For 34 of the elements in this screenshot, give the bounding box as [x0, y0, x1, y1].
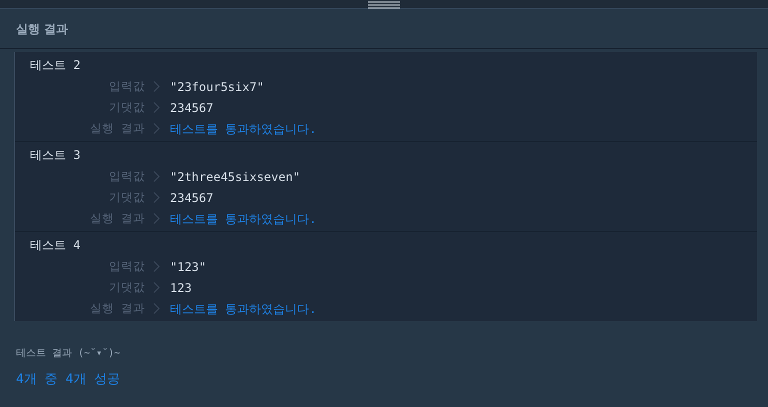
field-label: 입력값 [108, 78, 145, 95]
field-value: "23four5six7" [170, 78, 264, 96]
summary-heading: 테스트 결과 (~˘▾˘)~ [16, 347, 122, 361]
field-label: 실행 결과 [89, 300, 145, 317]
chevron-icon [153, 192, 160, 203]
chevron-icon [153, 171, 160, 182]
field-label: 기댓값 [108, 188, 145, 206]
field-label: 기댓값 [108, 278, 145, 296]
field-label: 입력값 [108, 168, 145, 185]
test-title: 테스트 4 [30, 237, 82, 253]
test-title: 테스트 2 [30, 57, 82, 73]
summary-result: 4개 중 4개 성공 [16, 371, 122, 389]
chevron-icon [153, 282, 160, 293]
test-title: 테스트 3 [30, 147, 82, 163]
chevron-icon [153, 123, 160, 134]
field-value: 234567 [170, 100, 214, 116]
chevron-icon [153, 102, 160, 113]
field-value: 234567 [170, 190, 214, 206]
chevron-icon [153, 213, 160, 224]
chevron-icon [153, 261, 160, 272]
field-label: 실행 결과 [89, 210, 145, 227]
field-value: "123" [170, 258, 206, 276]
result-message: 테스트를 통과하였습니다. [170, 300, 316, 318]
field-label: 기댓값 [108, 98, 145, 116]
field-value: "2three45sixseven" [170, 168, 300, 186]
chevron-icon [153, 303, 160, 314]
field-label: 실행 결과 [89, 120, 145, 137]
resize-handle-icon[interactable] [368, 0, 400, 9]
result-message: 테스트를 통과하였습니다. [170, 120, 316, 138]
field-value: 123 [170, 280, 192, 296]
result-message: 테스트를 통과하였습니다. [170, 210, 316, 228]
field-label: 입력값 [108, 258, 145, 275]
chevron-icon [153, 81, 160, 92]
panel-title: 실행 결과 [16, 20, 68, 38]
